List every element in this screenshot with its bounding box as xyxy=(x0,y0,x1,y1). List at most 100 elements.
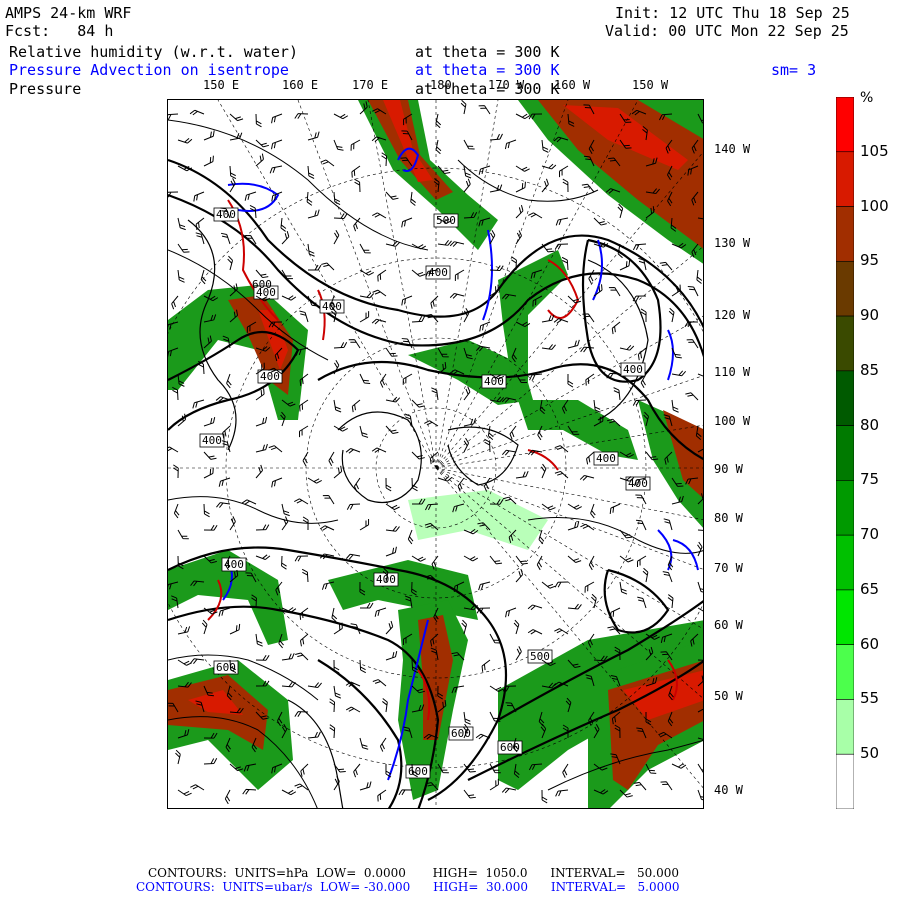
wind-barb xyxy=(489,778,499,791)
lon-label-right: 80 W xyxy=(714,511,743,525)
wind-barb xyxy=(593,217,607,226)
wind-barb xyxy=(411,399,425,408)
valid-time: Valid: 00 UTC Mon 22 Sep 25 xyxy=(605,22,849,40)
wind-barb xyxy=(203,155,214,167)
colorbar-label: 105 xyxy=(860,141,889,160)
wind-barb xyxy=(177,243,190,253)
wind-barb xyxy=(385,191,399,200)
wind-barb xyxy=(567,555,582,563)
wind-barb xyxy=(172,464,179,479)
wind-barb xyxy=(515,568,524,583)
wind-barb xyxy=(255,524,270,531)
wind-barb xyxy=(333,113,349,120)
init-time: Init: 12 UTC Thu 18 Sep 25 xyxy=(615,4,850,22)
wind-barb xyxy=(411,315,426,323)
wind-barb xyxy=(280,217,287,232)
wind-barb xyxy=(359,243,371,254)
wind-barb xyxy=(385,525,400,532)
wind-barb xyxy=(307,731,321,739)
lon-label-top: 160 E xyxy=(282,78,319,92)
wind-barb xyxy=(333,685,342,699)
colorbar-label: 95 xyxy=(860,251,880,270)
wind-barb xyxy=(385,396,401,403)
wind-barb xyxy=(203,130,215,141)
wind-barb xyxy=(671,399,679,413)
wind-barb xyxy=(345,448,361,454)
wind-barb xyxy=(509,425,517,440)
wind-barb xyxy=(333,139,344,151)
wind-barb xyxy=(229,623,241,635)
wind-barb xyxy=(385,347,398,357)
wind-barb xyxy=(637,347,647,361)
wind-barb xyxy=(193,191,205,202)
wind-barb xyxy=(463,711,471,725)
wind-barb xyxy=(449,293,465,299)
wind-barb xyxy=(554,581,569,588)
wind-barb xyxy=(478,581,491,591)
wind-barb xyxy=(554,243,569,250)
wind-barb xyxy=(295,652,309,661)
field-3-name: Pressure xyxy=(9,80,82,98)
wind-barb xyxy=(271,139,283,150)
wind-barb xyxy=(177,789,192,797)
wind-barb xyxy=(298,425,309,438)
wind-barb xyxy=(385,477,392,492)
wind-barb xyxy=(241,499,257,505)
wind-barb xyxy=(379,737,387,752)
wind-barb xyxy=(463,386,471,401)
wind-barb xyxy=(200,269,207,285)
wind-barb xyxy=(177,137,193,144)
wind-barb xyxy=(175,749,181,765)
wind-barb xyxy=(306,191,313,206)
wind-barb xyxy=(229,516,236,531)
wind-barb xyxy=(696,269,703,284)
colorbar-label: 90 xyxy=(860,306,880,325)
wind-barb xyxy=(374,607,387,617)
contour-label: 400 xyxy=(596,452,616,465)
wind-barb xyxy=(437,240,452,246)
wind-barb xyxy=(449,241,465,247)
wind-barb xyxy=(307,165,315,179)
wind-barb xyxy=(567,503,582,510)
wind-barb xyxy=(203,758,218,765)
wind-barb xyxy=(216,502,231,508)
wind-barb xyxy=(463,139,475,150)
wind-barb xyxy=(541,344,556,350)
wind-barb xyxy=(562,178,569,193)
wind-barb xyxy=(328,451,335,466)
wind-barb xyxy=(579,475,595,481)
wind-barb xyxy=(463,437,470,453)
wind-barb xyxy=(662,571,673,583)
colorbar-swatch xyxy=(836,97,854,153)
wind-barb xyxy=(173,503,180,519)
wind-barb xyxy=(351,399,361,413)
wind-barb xyxy=(255,554,271,560)
wind-barb xyxy=(663,518,673,531)
wind-barb xyxy=(177,529,189,540)
colorbar-swatch xyxy=(836,753,854,809)
colorbar-swatch xyxy=(836,370,854,426)
wind-barb xyxy=(379,373,387,388)
wind-barb xyxy=(567,339,580,349)
wind-barb xyxy=(220,232,231,245)
contour-label: 600 xyxy=(408,765,428,778)
wind-barb xyxy=(371,447,387,453)
wind-barb xyxy=(632,243,647,251)
field-2-smoothing: sm= 3 xyxy=(771,61,817,79)
wind-barb xyxy=(359,373,371,385)
wind-barb xyxy=(585,373,595,386)
wind-barb xyxy=(353,763,361,778)
map-canvas: 400 400 400 400 400 400 400 400 400 400 … xyxy=(168,100,703,808)
wind-barb xyxy=(255,113,262,128)
wind-barb xyxy=(515,646,522,661)
wind-barb xyxy=(457,477,465,492)
wind-barb xyxy=(635,519,647,531)
wind-barb xyxy=(281,555,287,570)
wind-barb xyxy=(580,523,595,531)
wind-barb xyxy=(401,217,413,228)
wind-barb xyxy=(372,212,387,219)
wind-barb xyxy=(190,784,205,791)
colorbar-swatch xyxy=(836,699,854,755)
wind-barb xyxy=(481,659,491,672)
wind-barb xyxy=(189,109,205,116)
